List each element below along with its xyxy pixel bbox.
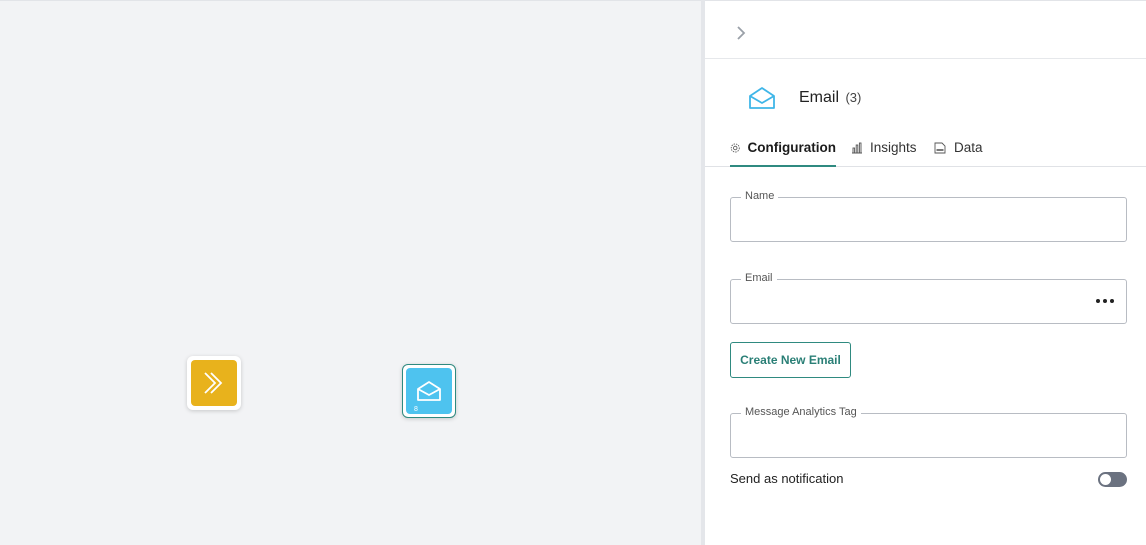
tab-configuration[interactable]: Configuration <box>730 138 836 167</box>
tab-bar: Configuration Insights Data <box>705 135 1146 167</box>
node-badge: 8 <box>414 406 418 413</box>
panel-header: Email (3) <box>705 59 1146 137</box>
tab-data[interactable]: Data <box>933 138 983 167</box>
tab-label: Data <box>954 140 983 155</box>
sql-icon <box>934 142 946 154</box>
name-field-label: Name <box>741 190 779 202</box>
email-node[interactable]: 8 <box>402 364 463 418</box>
send-notification-toggle[interactable] <box>1098 472 1127 487</box>
create-new-email-button[interactable]: Create New Email <box>730 342 851 378</box>
tag-field-label: Message Analytics Tag <box>741 406 861 418</box>
trigger-output-port[interactable] <box>236 377 248 389</box>
collapse-panel-button[interactable] <box>733 24 749 42</box>
app-window: 8 Email (3) Configuration Insights Data … <box>0 0 1146 545</box>
envelope-open-icon <box>749 87 775 109</box>
more-options-icon[interactable] <box>1096 299 1114 303</box>
panel-top-bar <box>705 1 1146 59</box>
send-notification-label: Send as notification <box>730 471 844 486</box>
title-count: (3) <box>845 90 862 105</box>
name-field[interactable]: Name <box>730 190 1127 242</box>
envelope-open-icon <box>417 381 441 401</box>
title-text: Email <box>799 89 840 106</box>
email-field-label: Email <box>741 272 777 284</box>
email-output-port[interactable] <box>451 385 463 397</box>
workflow-canvas[interactable]: 8 <box>0 0 701 545</box>
tab-insights[interactable]: Insights <box>851 138 917 167</box>
bar-chart-icon <box>852 142 862 154</box>
config-panel: Email (3) Configuration Insights Data Na… <box>705 0 1146 545</box>
toggle-knob <box>1100 474 1111 485</box>
message-analytics-tag-field[interactable]: Message Analytics Tag <box>730 406 1127 458</box>
email-node-body: 8 <box>406 368 452 414</box>
page-title: Email (3) <box>799 89 861 107</box>
double-chevron-right-icon <box>204 372 223 394</box>
tab-label: Insights <box>870 140 917 155</box>
gear-icon <box>730 143 740 153</box>
chevron-right-icon <box>737 26 746 40</box>
tab-label: Configuration <box>747 140 836 155</box>
trigger-node[interactable] <box>187 356 248 410</box>
email-field[interactable]: Email <box>730 272 1127 324</box>
trigger-node-body <box>191 360 237 406</box>
